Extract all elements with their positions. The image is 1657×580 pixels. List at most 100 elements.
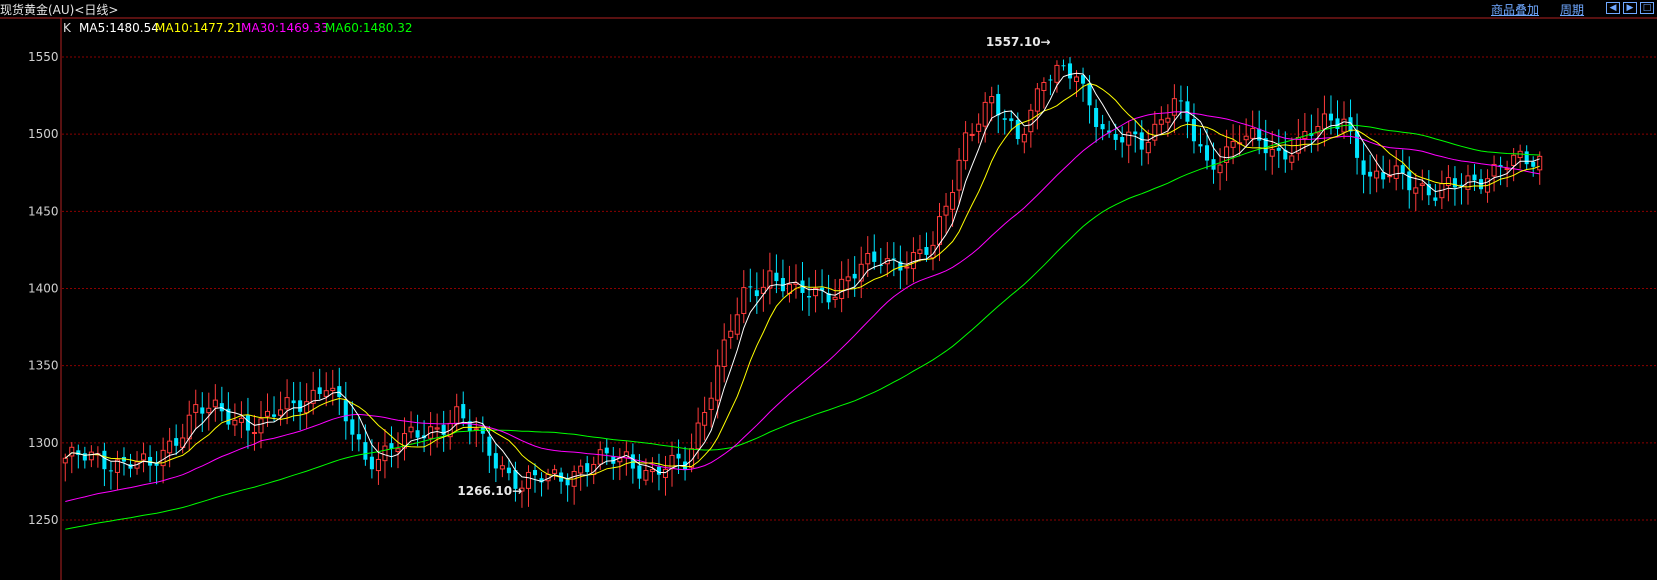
candle-body: [1034, 88, 1040, 112]
candle: [206, 392, 212, 431]
candle-body: [1289, 155, 1295, 163]
candle-body: [1100, 124, 1105, 130]
candle-body: [637, 465, 642, 479]
candle-body: [499, 465, 505, 470]
candle: [1028, 103, 1034, 148]
candle-body: [982, 101, 988, 127]
candle-body: [1433, 197, 1438, 201]
candle: [780, 259, 785, 298]
candle: [441, 410, 446, 452]
candle: [891, 242, 896, 277]
candle-body: [200, 407, 205, 414]
candle: [904, 251, 910, 285]
candle: [82, 446, 87, 469]
candle-body: [1276, 147, 1281, 151]
candle-body: [317, 387, 322, 394]
candle: [532, 463, 538, 493]
candle: [996, 84, 1001, 134]
candle-body: [924, 247, 929, 255]
candle: [102, 442, 107, 487]
candle: [1400, 149, 1405, 190]
candle: [1126, 120, 1132, 164]
candlestick-chart[interactable]: 1250 1300 1350 1400 1450 1500 1550 1557.10→ 126…: [0, 0, 1657, 580]
candle: [1269, 131, 1275, 175]
candle: [683, 446, 688, 481]
candle: [1002, 109, 1007, 135]
candle: [728, 314, 734, 349]
candle: [1387, 159, 1393, 183]
candle: [408, 411, 414, 439]
candle: [552, 464, 558, 480]
candles[interactable]: [62, 57, 1543, 508]
candle-body: [525, 471, 532, 489]
candle-body: [1361, 160, 1366, 175]
candle: [415, 414, 420, 447]
candle-body: [1087, 83, 1092, 106]
candle: [323, 372, 329, 407]
candle-body: [1419, 183, 1425, 186]
candle: [1191, 103, 1196, 154]
candle-body: [1015, 119, 1020, 140]
candle-body: [1243, 135, 1249, 141]
candle-body: [454, 406, 460, 425]
candle-body: [291, 400, 296, 404]
candle: [389, 426, 394, 468]
candle-body: [976, 123, 982, 132]
candle: [637, 454, 642, 489]
candle-body: [597, 449, 603, 465]
candle-body: [408, 426, 414, 433]
candle: [148, 445, 153, 483]
candle-body: [910, 252, 916, 270]
candle-body: [656, 466, 661, 475]
candle: [1531, 156, 1536, 177]
candle: [251, 414, 257, 451]
candle-body: [1073, 76, 1080, 83]
candle-body: [1269, 148, 1275, 157]
candle-body: [943, 205, 949, 216]
candle-body: [1250, 128, 1256, 139]
candle-body: [676, 453, 681, 459]
candle-body: [1041, 82, 1047, 92]
candle-body: [272, 414, 277, 417]
candle: [1041, 77, 1047, 109]
candle: [617, 448, 623, 481]
candle: [858, 246, 864, 299]
y-tick-1300: 1300: [28, 436, 59, 450]
candle-body: [708, 397, 714, 410]
candle-body: [1120, 136, 1125, 143]
legend: K MA5:1480.54 MA10:1477.21 MA30:1469.33 …: [63, 21, 413, 35]
candle: [1459, 173, 1464, 205]
candle: [167, 427, 173, 468]
candle: [193, 389, 199, 429]
legend-k: K: [63, 21, 72, 35]
candle-body: [108, 470, 113, 472]
candle-body: [473, 428, 479, 431]
candle-body: [1531, 161, 1536, 167]
candle: [1491, 155, 1497, 192]
candle: [930, 231, 936, 271]
candle-body: [1537, 155, 1543, 171]
candle: [134, 451, 140, 475]
candle: [272, 396, 277, 422]
candle-body: [728, 330, 734, 338]
candle: [1537, 151, 1543, 185]
candle-body: [62, 457, 68, 464]
candle-body: [212, 399, 218, 408]
candle-body: [193, 404, 199, 413]
candle: [1472, 164, 1477, 191]
candle: [649, 457, 655, 483]
candle: [786, 265, 792, 303]
candle: [1120, 126, 1125, 158]
legend-ma60: MA60:1480.32: [325, 21, 413, 35]
candle: [108, 461, 113, 490]
candle: [813, 269, 819, 313]
candle-body: [1374, 170, 1380, 179]
candle: [1321, 95, 1327, 147]
candle-body: [565, 478, 570, 486]
y-tick-1550: 1550: [28, 50, 59, 64]
candle-body: [1328, 113, 1333, 121]
candle-body: [585, 463, 590, 473]
candle-body: [330, 387, 336, 392]
candle-body: [807, 296, 812, 298]
candle: [1034, 83, 1040, 130]
